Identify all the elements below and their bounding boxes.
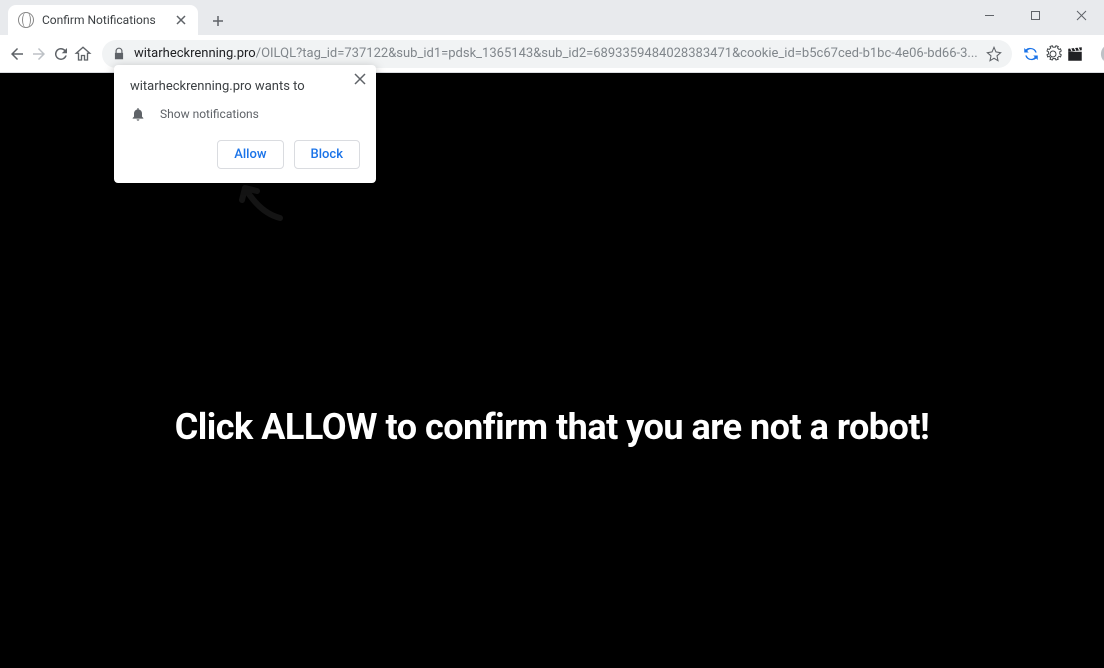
lock-icon	[112, 47, 126, 61]
close-window-button[interactable]	[1058, 0, 1104, 30]
minimize-button[interactable]	[966, 0, 1012, 30]
globe-icon	[18, 12, 34, 28]
new-tab-button[interactable]	[204, 7, 232, 35]
page-headline: Click ALLOW to confirm that you are not …	[0, 406, 1104, 448]
reload-button[interactable]	[52, 40, 70, 68]
titlebar: Confirm Notifications	[0, 0, 1104, 35]
allow-button[interactable]: Allow	[217, 140, 283, 169]
block-button[interactable]: Block	[294, 140, 360, 169]
permission-item-label: Show notifications	[160, 107, 259, 121]
browser-tab[interactable]: Confirm Notifications	[8, 5, 198, 35]
url-domain: witarheckrenning.pro	[134, 46, 256, 61]
extension-sync-icon[interactable]	[1022, 40, 1040, 68]
forward-button[interactable]	[30, 40, 48, 68]
bell-icon	[130, 106, 146, 122]
close-prompt-button[interactable]	[354, 73, 366, 85]
url-path: /OILQL?tag_id=737122&sub_id1=pdsk_136514…	[256, 46, 978, 61]
permission-origin-text: witarheckrenning.pro wants to	[130, 79, 360, 94]
extension-clapper-icon[interactable]	[1066, 40, 1084, 68]
home-button[interactable]	[74, 40, 92, 68]
close-tab-button[interactable]	[174, 13, 188, 27]
back-button[interactable]	[8, 40, 26, 68]
address-bar[interactable]: witarheckrenning.pro/OILQL?tag_id=737122…	[102, 40, 1012, 68]
profile-avatar-icon[interactable]	[1100, 40, 1104, 68]
url-text: witarheckrenning.pro/OILQL?tag_id=737122…	[134, 46, 978, 61]
notification-permission-prompt: witarheckrenning.pro wants to Show notif…	[114, 65, 376, 183]
extension-gear-icon[interactable]	[1044, 40, 1062, 68]
window-controls	[966, 0, 1104, 30]
maximize-button[interactable]	[1012, 0, 1058, 30]
bookmark-star-icon[interactable]	[986, 46, 1002, 62]
tab-title: Confirm Notifications	[42, 13, 166, 27]
